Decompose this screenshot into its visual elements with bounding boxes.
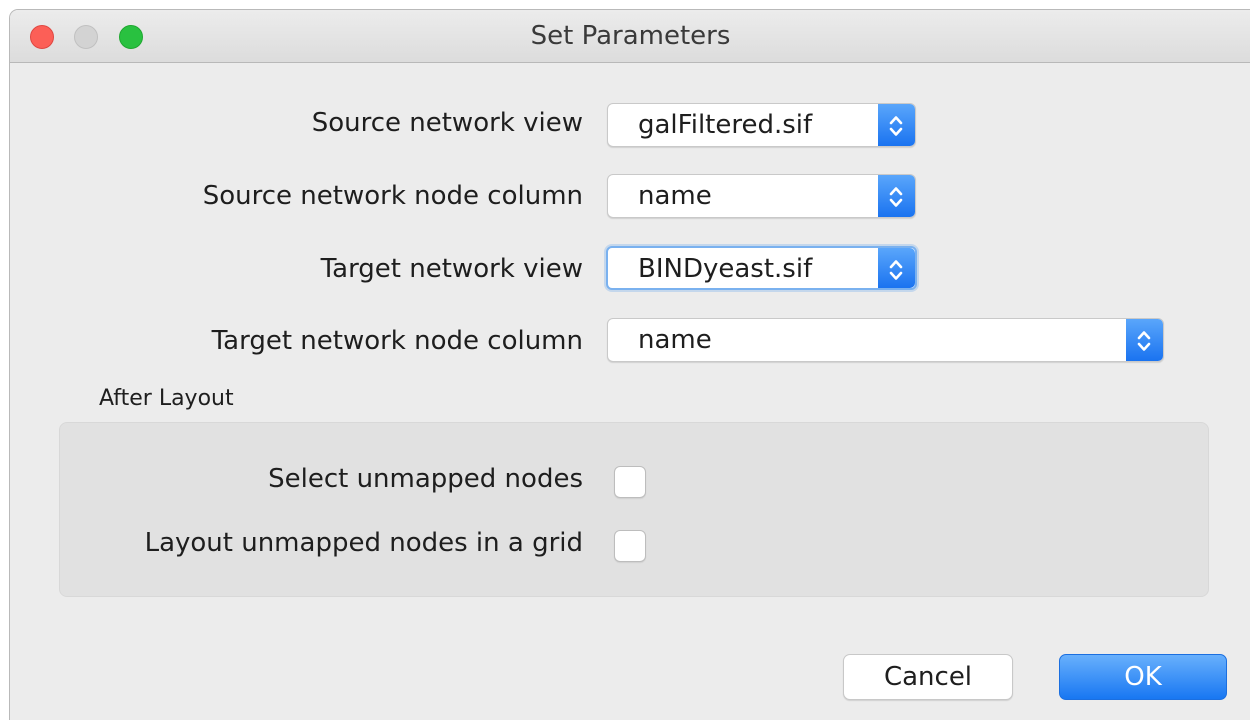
select-arrows-icon	[1126, 319, 1163, 361]
target-network-node-column-value: name	[638, 325, 712, 355]
target-network-node-column-select[interactable]: name	[607, 318, 1164, 362]
target-network-view-label: Target network view	[320, 254, 583, 284]
source-network-view-value: galFiltered.sif	[638, 110, 813, 140]
after-layout-group	[59, 422, 1209, 597]
select-arrows-icon	[878, 104, 915, 146]
select-arrows-icon	[878, 248, 915, 288]
title-bar[interactable]: Set Parameters	[10, 10, 1250, 63]
target-network-view-value: BINDyeast.sif	[638, 254, 813, 284]
target-network-node-column-label: Target network node column	[211, 326, 583, 356]
set-parameters-dialog: Set Parameters Source network view galFi…	[9, 9, 1250, 720]
source-network-view-label: Source network view	[311, 108, 583, 138]
source-network-node-column-value: name	[638, 181, 712, 211]
target-network-view-select[interactable]: BINDyeast.sif	[606, 246, 917, 290]
source-network-node-column-label: Source network node column	[202, 181, 583, 211]
source-network-node-column-select[interactable]: name	[607, 174, 916, 218]
ok-button[interactable]: OK	[1059, 654, 1227, 700]
select-arrows-icon	[878, 175, 915, 217]
source-network-view-select[interactable]: galFiltered.sif	[607, 103, 916, 147]
select-unmapped-nodes-label: Select unmapped nodes	[268, 464, 583, 494]
select-unmapped-nodes-checkbox[interactable]	[614, 466, 646, 498]
after-layout-heading: After Layout	[99, 386, 234, 411]
cancel-button[interactable]: Cancel	[843, 654, 1013, 700]
layout-unmapped-nodes-grid-label: Layout unmapped nodes in a grid	[144, 528, 583, 558]
layout-unmapped-nodes-grid-checkbox[interactable]	[614, 530, 646, 562]
window-title: Set Parameters	[530, 21, 731, 51]
